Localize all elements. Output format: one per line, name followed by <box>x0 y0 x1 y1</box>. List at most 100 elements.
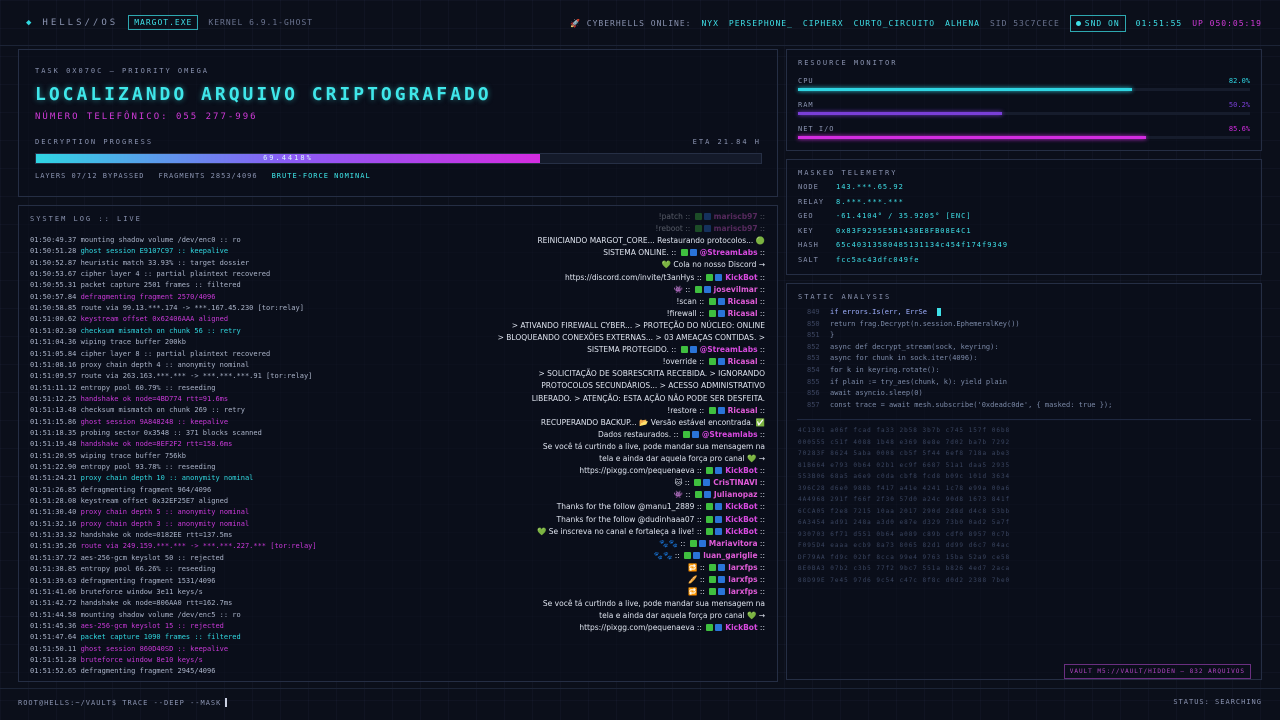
chat-username[interactable]: mariscb97 <box>714 212 758 221</box>
chat-message[interactable]: Se você tá curtindo a live, pode mandar … <box>465 598 765 610</box>
chat-message[interactable]: https://pixgg.com/pequenaeva :: KickBot … <box>465 465 765 477</box>
chat-message[interactable]: !firewall :: Ricasal :: <box>465 308 765 320</box>
chat-username[interactable]: KickBot <box>725 273 757 282</box>
chat-username[interactable]: larxfps <box>728 587 757 596</box>
chat-message[interactable]: SISTEMA PROTEGIDO. :: @StreamLabs :: <box>465 344 765 356</box>
chat-username[interactable]: Ricasal <box>728 406 758 415</box>
chat-message[interactable]: Thanks for the follow @manu1_2889 :: Kic… <box>465 501 765 513</box>
chat-message[interactable]: tela e ainda dar aquela força pro canal … <box>465 610 765 622</box>
chat-username[interactable]: @StreamLabs <box>700 248 758 257</box>
chat-message[interactable]: 🔁 :: larxfps :: <box>465 586 765 598</box>
chat-message[interactable]: REINICIANDO MARGOT_CORE... Restaurando p… <box>465 235 765 247</box>
chat-username[interactable]: Mariavitora <box>709 539 758 548</box>
chat-message[interactable]: https://pixgg.com/pequenaeva :: KickBot … <box>465 622 765 634</box>
telemetry-value: 143.***.65.92 <box>836 183 904 191</box>
chat-username[interactable]: @StreamLabs <box>700 345 758 354</box>
vault-path[interactable]: VAULT M5://VAULT/HIDDEN — 832 ARQUIVOS <box>1063 664 1251 679</box>
chat-message[interactable]: 🔁 :: larxfps :: <box>465 562 765 574</box>
moderator-badge-icon <box>708 406 716 414</box>
online-user[interactable]: PERSEPHONE_ <box>729 19 793 28</box>
telemetry-row: GEO -61.4104° / 35.9205° [ENC] <box>798 212 972 220</box>
code-line: 856 await asyncio.sleep(0) <box>807 389 923 397</box>
log-timestamp: 01:51:18.35 <box>30 428 77 437</box>
chat-username[interactable]: Julianopaz <box>714 490 758 499</box>
chat-username[interactable]: CrisTINAVI <box>713 478 757 487</box>
chat-message[interactable]: !patch :: mariscb97 :: <box>465 211 765 223</box>
log-line: 01:51:22.90 entropy pool 93.78% :: resee… <box>30 463 215 471</box>
hex-dump-line: 930703 6f71 d551 0b64 a089 c89b cdf0 895… <box>798 530 1011 538</box>
log-line: 01:51:18.35 probing sector 0x3548 :: 371… <box>30 429 262 437</box>
chat-message[interactable]: RECUPERANDO BACKUP... 📂 Versão estável e… <box>465 417 765 429</box>
log-line: 01:51:52.65 defragmenting fragment 2945/… <box>30 667 215 675</box>
code-text: } <box>830 331 835 340</box>
chat-message[interactable]: Dados restaurados. :: @Streamlabs :: <box>465 429 765 441</box>
log-line: 01:51:30.40 proxy chain depth 5 :: anony… <box>30 508 249 516</box>
chat-text: 👾 <box>673 490 684 500</box>
chat-username[interactable]: Ricasal <box>728 297 758 306</box>
chat-message[interactable]: !override :: Ricasal :: <box>465 356 765 368</box>
chat-message[interactable]: Se você tá curtindo a live, pode mandar … <box>465 441 765 453</box>
topbar-status-group: 🚀 CYBERHELLS ONLINE: NYX PERSEPHONE_ CIP… <box>570 0 1262 46</box>
chat-message[interactable]: 🐾🐾 :: Mariavitora :: <box>465 538 765 550</box>
chat-message[interactable]: > BLOQUEANDO CONEXÕES EXTERNAS... > 03 A… <box>465 332 765 344</box>
active-process-badge[interactable]: MARGOT.EXE <box>128 15 199 30</box>
log-timestamp: 01:51:00.62 <box>30 315 77 324</box>
chat-message[interactable]: 🐾🐾 :: luan_gariglie :: <box>465 550 765 562</box>
online-user[interactable]: CURTO_CIRCUITO <box>854 19 935 28</box>
chat-message[interactable]: 💚 Se inscreva no canal e fortaleça a liv… <box>465 526 765 538</box>
command-prompt[interactable]: ROOT@HELLS:~/VAULT$ TRACE --DEEP --MASK <box>18 698 228 707</box>
online-user[interactable]: CIPHERX <box>803 19 844 28</box>
sound-toggle[interactable]: SND ON <box>1069 14 1126 32</box>
progress-label: DECRYPTION PROGRESS <box>35 138 154 146</box>
chat-message[interactable]: SISTEMA ONLINE. :: @StreamLabs :: <box>465 247 765 259</box>
chat-message[interactable]: 💚 Cola no nosso Discord → <box>465 259 765 271</box>
chat-username[interactable]: KickBot <box>725 527 757 536</box>
chat-text: !reboot <box>655 224 683 234</box>
subscriber-badge-icon <box>698 539 706 547</box>
online-user[interactable]: ALHENA <box>945 19 980 28</box>
chat-username[interactable]: larxfps <box>728 575 757 584</box>
line-number: 853 <box>807 354 820 363</box>
chat-username[interactable]: josevilmar <box>714 285 758 294</box>
log-message: handshake ok node=0182EE rtt=137.5ms <box>80 531 233 540</box>
log-line: 01:51:35.26 route via 249.159.***.*** ->… <box>30 542 317 550</box>
chat-username[interactable]: luan_gariglie <box>703 551 757 560</box>
log-timestamp: 01:50:51.28 <box>30 247 77 256</box>
log-line: 01:51:20.95 wiping trace buffer 756kb <box>30 452 186 460</box>
chat-username[interactable]: @Streamlabs <box>702 430 758 439</box>
chat-message[interactable]: !restore :: Ricasal :: <box>465 405 765 417</box>
telemetry-value: 0x83F9295E5B1438E8FB08E4C1 <box>836 226 972 235</box>
chat-message[interactable]: 👾 :: Julianopaz :: <box>465 489 765 501</box>
chat-text: REINICIANDO MARGOT_CORE... Restaurando p… <box>537 236 765 246</box>
uptime: UP 050:05:19 <box>1192 18 1262 28</box>
chat-username[interactable]: KickBot <box>725 515 757 524</box>
chat-message[interactable]: 🥖 :: larxfps :: <box>465 574 765 586</box>
chat-message[interactable]: 🐱 :: CrisTINAVI :: <box>465 477 765 489</box>
chat-message[interactable]: PROTOCOLOS SECUNDÁRIOS... > ACESSO ADMIN… <box>465 380 765 392</box>
chat-message[interactable]: LIBERADO. > ATENÇÃO: ESTA AÇÃO NÃO PODE … <box>465 393 765 405</box>
system-log-panel[interactable]: SYSTEM LOG :: LIVE 01:50:49.37 mounting … <box>18 205 778 682</box>
log-timestamp: 01:51:26.85 <box>30 485 77 494</box>
chat-message[interactable]: > SOLICITAÇÃO DE SOBRESCRITA RECEBIDA. >… <box>465 368 765 380</box>
log-timestamp: 01:51:15.86 <box>30 417 77 426</box>
log-timestamp: 01:50:57.84 <box>30 292 77 301</box>
log-timestamp: 01:51:08.16 <box>30 360 77 369</box>
chat-message[interactable]: 👾 :: josevilmar :: <box>465 284 765 296</box>
log-timestamp: 01:50:49.37 <box>30 236 77 244</box>
chat-username[interactable]: Ricasal <box>728 357 758 366</box>
chat-username[interactable]: KickBot <box>725 623 757 632</box>
chat-message[interactable]: !reboot :: mariscb97 :: <box>465 223 765 235</box>
chat-username[interactable]: Ricasal <box>728 309 758 318</box>
chat-message[interactable]: tela e ainda dar aquela força pro canal … <box>465 453 765 465</box>
chat-username[interactable]: larxfps <box>728 563 757 572</box>
chat-username[interactable]: KickBot <box>725 502 757 511</box>
chat-message[interactable]: > ATIVANDO FIREWALL CYBER... > PROTEÇÃO … <box>465 320 765 332</box>
telemetry-row: KEY 0x83F9295E5B1438E8FB08E4C1 <box>798 227 972 235</box>
chat-username[interactable]: KickBot <box>725 466 757 475</box>
chat-message[interactable]: Thanks for the follow @dudinhaaa07 :: Ki… <box>465 514 765 526</box>
online-user[interactable]: NYX <box>701 19 718 28</box>
log-line: 01:51:47.64 packet capture 1090 frames :… <box>30 633 241 641</box>
chat-message[interactable]: !scan :: Ricasal :: <box>465 296 765 308</box>
chat-message[interactable]: https://discord.com/invite/t3anHys :: Ki… <box>465 272 765 284</box>
chat-username[interactable]: mariscb97 <box>714 224 758 233</box>
